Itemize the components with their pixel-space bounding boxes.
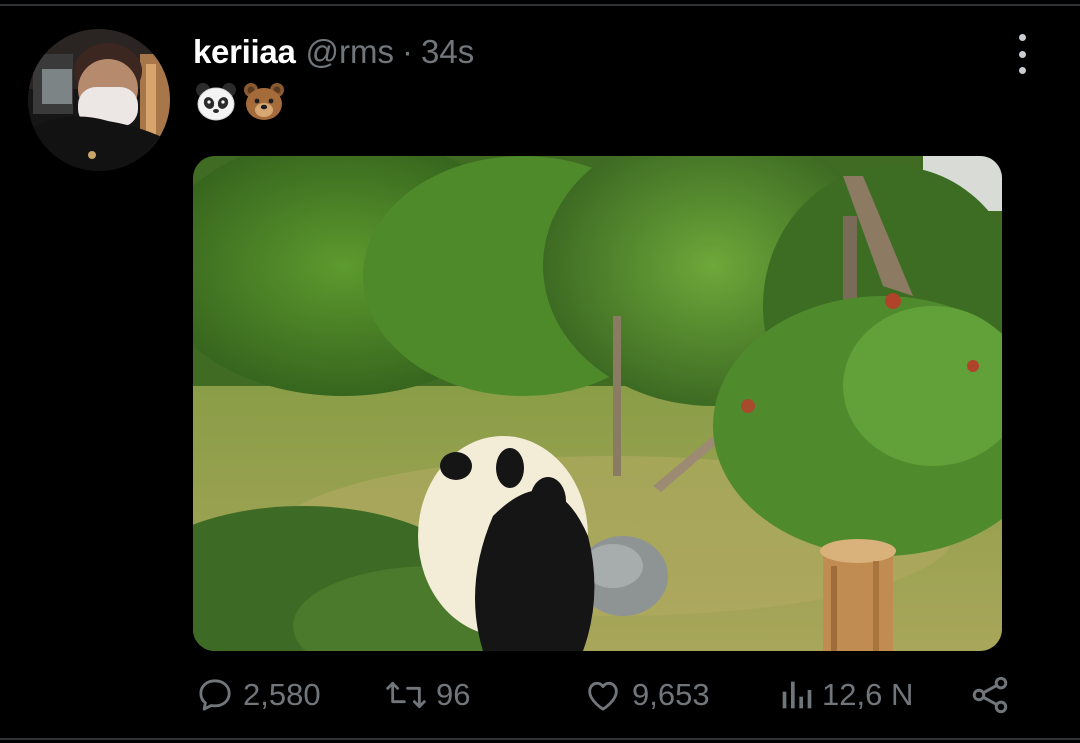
user-handle[interactable]: @rms [306, 33, 394, 71]
bear-face-icon [244, 83, 284, 120]
display-name[interactable]: keriiaa [193, 33, 296, 71]
panda-face-icon [196, 83, 236, 121]
retweet-button[interactable]: 96 [384, 670, 470, 720]
like-button[interactable]: 9,653 [582, 670, 710, 720]
share-button[interactable] [968, 670, 1012, 720]
tweet-text [194, 80, 286, 124]
views-count: 12,6 N [822, 677, 914, 712]
top-divider [0, 4, 1080, 6]
reply-button[interactable]: 2,580 [195, 670, 321, 720]
avatar[interactable] [28, 29, 170, 171]
views-icon [782, 681, 812, 709]
bottom-divider [0, 738, 1080, 740]
views-button[interactable]: 12,6 N [778, 670, 913, 720]
more-vertical-icon[interactable] [1008, 34, 1036, 74]
tweet-media-image[interactable] [193, 156, 1002, 651]
panda-photo [193, 156, 1002, 651]
tweet-header: keriiaa @rms · 34s [193, 33, 474, 77]
header-separator: · [401, 33, 413, 70]
avatar-photo [28, 29, 170, 171]
timestamp[interactable]: 34s [421, 33, 474, 71]
like-count: 9,653 [632, 677, 710, 712]
reply-count: 2,580 [243, 677, 321, 712]
retweet-icon [386, 681, 426, 709]
tweet-actions: 2,580 96 9,653 12,6 N [0, 670, 1080, 720]
like-icon [588, 681, 618, 711]
share-icon [972, 676, 1008, 714]
reply-icon [199, 679, 231, 711]
retweet-count: 96 [436, 677, 471, 712]
